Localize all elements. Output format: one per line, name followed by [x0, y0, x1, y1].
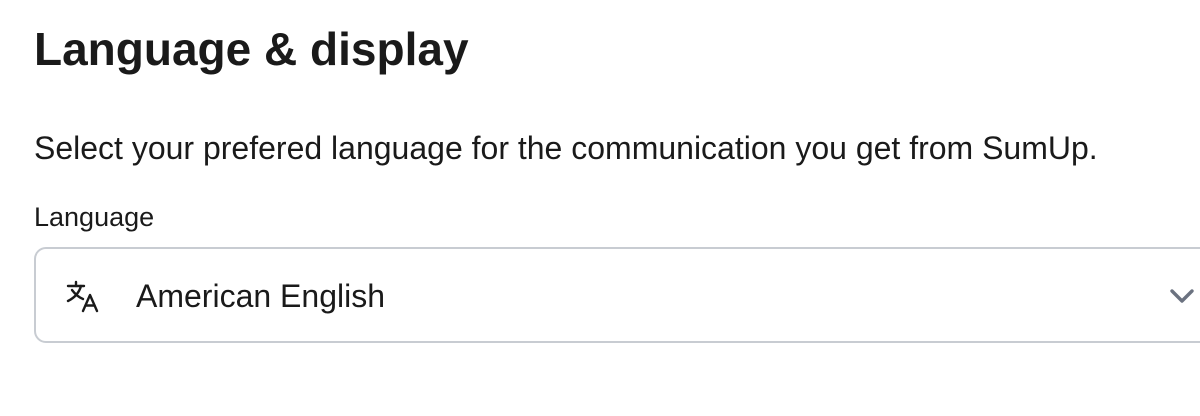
chevron-down-icon [1170, 289, 1194, 303]
language-field-label: Language [34, 202, 155, 232]
page-description: Select your prefered language for the co… [34, 130, 1098, 166]
translate-icon [66, 280, 99, 313]
language-select[interactable]: American English [34, 247, 1200, 343]
page-title: Language & display [34, 23, 469, 75]
language-select-value: American English [136, 278, 385, 314]
